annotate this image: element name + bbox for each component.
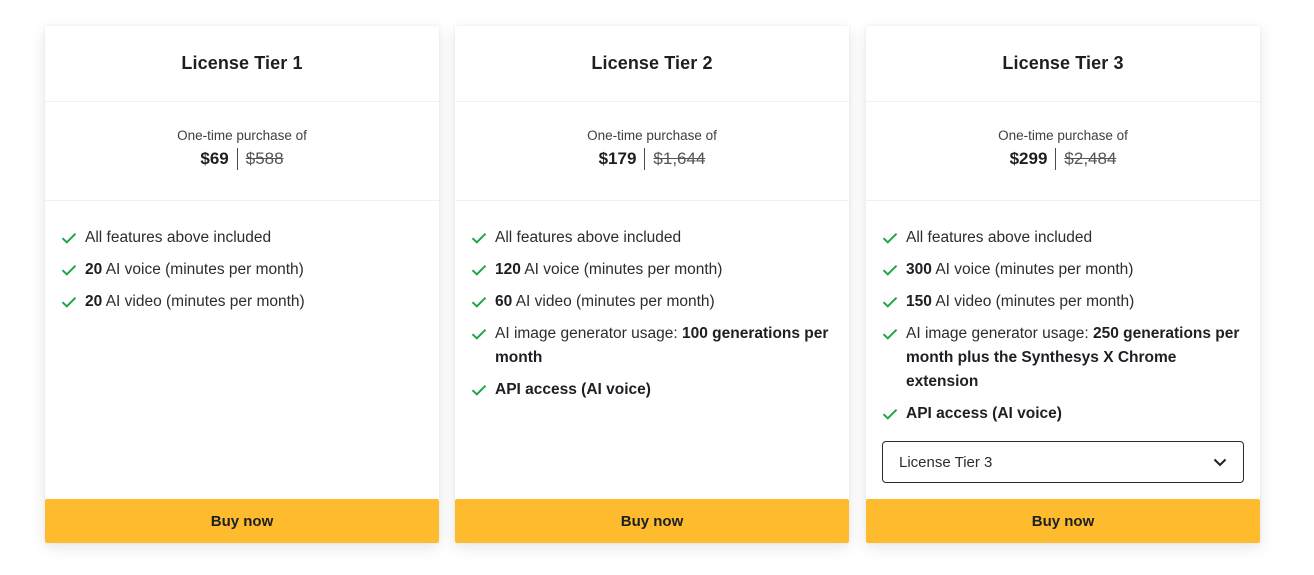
price-original: $588 xyxy=(245,149,284,168)
feature-item: All features above included xyxy=(471,226,833,250)
pricing-cards: License Tier 1 One-time purchase of $69 … xyxy=(0,0,1314,575)
card-title: License Tier 3 xyxy=(1002,53,1124,73)
price-current: $69 xyxy=(200,149,229,168)
price-caption: One-time purchase of xyxy=(998,128,1128,143)
check-icon xyxy=(61,258,77,282)
price-caption: One-time purchase of xyxy=(177,128,307,143)
check-icon xyxy=(471,258,487,282)
check-icon xyxy=(471,378,487,402)
feature-item: 300 AI voice (minutes per month) xyxy=(882,258,1244,282)
card-header: License Tier 1 xyxy=(45,26,439,102)
feature-list: All features above included 300 AI voice… xyxy=(866,201,1260,426)
buy-now-button[interactable]: Buy now xyxy=(455,499,849,543)
price-original: $2,484 xyxy=(1064,149,1117,168)
feature-text: All features above included xyxy=(906,229,1093,246)
card-title: License Tier 2 xyxy=(591,53,713,73)
feature-item: API access (AI voice) xyxy=(471,378,833,402)
feature-text: API access (AI voice) xyxy=(495,381,651,398)
price-caption: One-time purchase of xyxy=(587,128,717,143)
chevron-down-icon xyxy=(1213,454,1227,471)
price-row: $299 $2,484 xyxy=(1009,148,1117,170)
card-header: License Tier 2 xyxy=(455,26,849,102)
feature-text: 300 AI voice (minutes per month) xyxy=(906,261,1134,278)
feature-item: 150 AI video (minutes per month) xyxy=(882,290,1244,314)
price-current: $179 xyxy=(598,149,637,168)
check-icon xyxy=(882,226,898,250)
check-icon xyxy=(882,322,898,346)
feature-text: 20 AI video (minutes per month) xyxy=(85,293,305,310)
feature-item: All features above included xyxy=(61,226,423,250)
price-current: $299 xyxy=(1009,149,1048,168)
feature-item: API access (AI voice) xyxy=(882,402,1244,426)
price-row: $179 $1,644 xyxy=(598,148,706,170)
check-icon xyxy=(882,258,898,282)
feature-item: 20 AI voice (minutes per month) xyxy=(61,258,423,282)
feature-text: 60 AI video (minutes per month) xyxy=(495,293,715,310)
feature-list: All features above included 120 AI voice… xyxy=(455,201,849,402)
feature-text: AI image generator usage: 100 generation… xyxy=(495,325,829,366)
feature-text: API access (AI voice) xyxy=(906,405,1062,422)
check-icon xyxy=(882,290,898,314)
tier-select[interactable]: License Tier 3 xyxy=(882,441,1244,483)
feature-item: AI image generator usage: 250 generation… xyxy=(882,322,1244,394)
card-header: License Tier 3 xyxy=(866,26,1260,102)
check-icon xyxy=(61,290,77,314)
price-original: $1,644 xyxy=(653,149,706,168)
price-row: $69 $588 xyxy=(200,148,284,170)
card-title: License Tier 1 xyxy=(181,53,303,73)
check-icon xyxy=(882,402,898,426)
pricing-card-tier-2: License Tier 2 One-time purchase of $179… xyxy=(455,26,849,543)
feature-text: All features above included xyxy=(85,229,272,246)
tier-select-value: License Tier 3 xyxy=(899,453,993,471)
buy-now-button[interactable]: Buy now xyxy=(866,499,1260,543)
check-icon xyxy=(471,290,487,314)
pricing-card-tier-1: License Tier 1 One-time purchase of $69 … xyxy=(45,26,439,543)
feature-list: All features above included 20 AI voice … xyxy=(45,201,439,314)
price-block: One-time purchase of $179 $1,644 xyxy=(455,102,849,201)
feature-item: 20 AI video (minutes per month) xyxy=(61,290,423,314)
feature-text: 120 AI voice (minutes per month) xyxy=(495,261,723,278)
feature-item: AI image generator usage: 100 generation… xyxy=(471,322,833,370)
feature-item: 60 AI video (minutes per month) xyxy=(471,290,833,314)
price-block: One-time purchase of $69 $588 xyxy=(45,102,439,201)
feature-text: All features above included xyxy=(495,229,682,246)
feature-item: All features above included xyxy=(882,226,1244,250)
price-block: One-time purchase of $299 $2,484 xyxy=(866,102,1260,201)
feature-text: 150 AI video (minutes per month) xyxy=(906,293,1135,310)
check-icon xyxy=(471,322,487,346)
buy-now-button[interactable]: Buy now xyxy=(45,499,439,543)
feature-text: 20 AI voice (minutes per month) xyxy=(85,261,304,278)
pricing-card-tier-3: License Tier 3 One-time purchase of $299… xyxy=(866,26,1260,543)
check-icon xyxy=(471,226,487,250)
check-icon xyxy=(61,226,77,250)
feature-text: AI image generator usage: 250 generation… xyxy=(906,325,1240,390)
feature-item: 120 AI voice (minutes per month) xyxy=(471,258,833,282)
